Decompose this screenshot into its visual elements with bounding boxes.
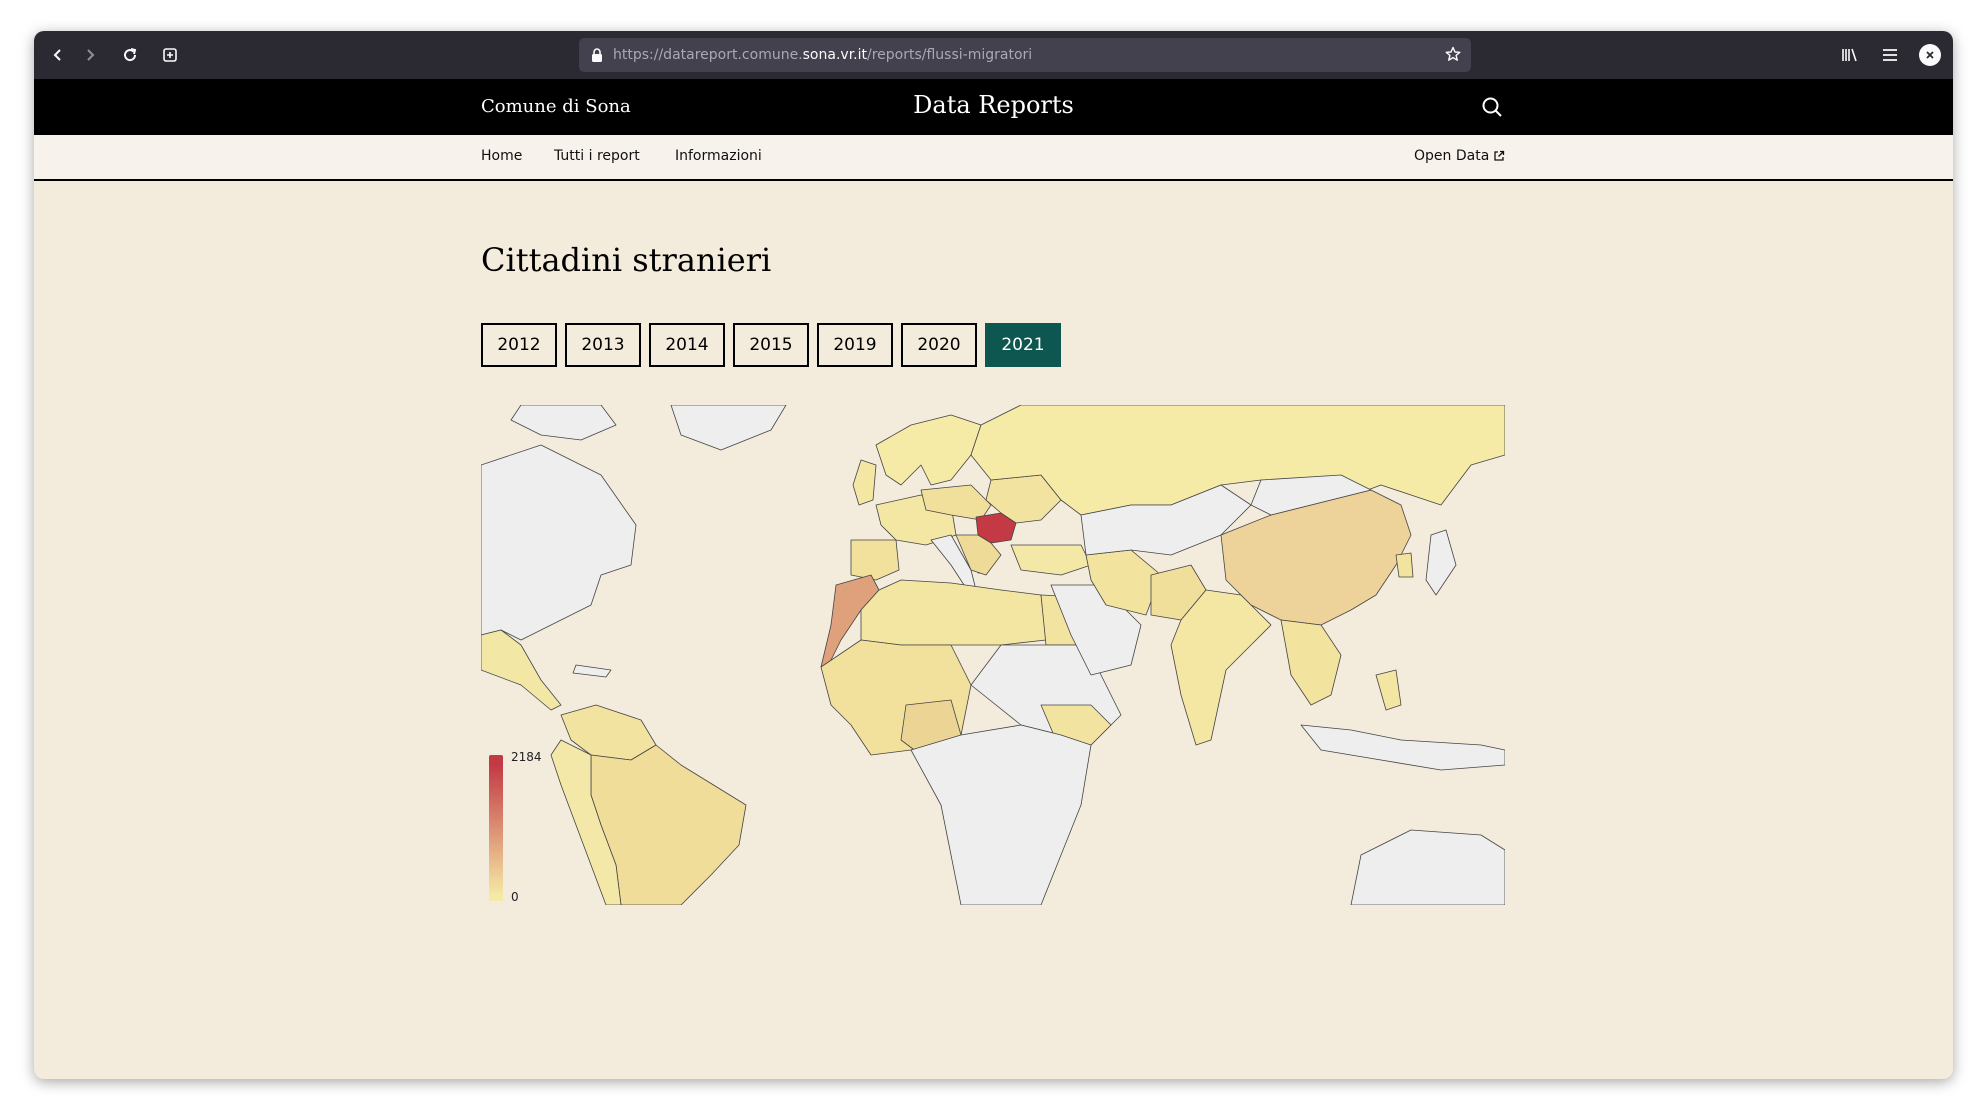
- url-path: /reports/flussi-migratori: [867, 47, 1033, 63]
- region-iberia: [850, 539, 900, 581]
- search-button[interactable]: [1478, 93, 1506, 121]
- year-button-2015[interactable]: 2015: [733, 323, 809, 367]
- address-bar[interactable]: https://datareport.comune.sona.vr.it/rep…: [579, 38, 1471, 72]
- country-australia: [1350, 829, 1505, 905]
- close-icon: [1919, 44, 1941, 66]
- region-indonesia: [1300, 724, 1505, 771]
- region-north-africa: [860, 579, 1047, 646]
- url-host: sona.vr.it: [802, 47, 867, 63]
- year-button-2019[interactable]: 2019: [817, 323, 893, 367]
- region-greenland: [670, 405, 787, 451]
- country-japan: [1425, 529, 1457, 596]
- browser-toolbar: https://datareport.comune.sona.vr.it/rep…: [34, 31, 1953, 79]
- external-link-icon: [1494, 150, 1505, 161]
- year-button-2014[interactable]: 2014: [649, 323, 725, 367]
- menu-icon[interactable]: [1878, 43, 1902, 67]
- legend-min-label: 0: [511, 890, 519, 904]
- forward-icon[interactable]: [78, 43, 102, 67]
- page-title: Cittadini stranieri: [481, 241, 772, 279]
- bookmark-star-icon[interactable]: [1445, 46, 1461, 66]
- year-button-2013[interactable]: 2013: [565, 323, 641, 367]
- region-southeast-asia: [1280, 619, 1342, 706]
- legend-max-label: 2184: [511, 750, 542, 764]
- region-north-america: [481, 444, 637, 641]
- reload-icon[interactable]: [118, 43, 142, 67]
- url-prefix: https://datareport.comune.: [613, 47, 803, 63]
- region-scandinavia: [875, 414, 982, 486]
- region-turkey: [1010, 544, 1092, 576]
- year-button-2020[interactable]: 2020: [901, 323, 977, 367]
- year-selector: 2012 2013 2014 2015 2019 2020 2021: [481, 323, 1061, 367]
- world-map-svg[interactable]: 2184 0: [481, 405, 1505, 905]
- site-header: Comune di Sona Data Reports: [34, 79, 1953, 135]
- region-caribbean: [572, 664, 612, 678]
- region-central-south-africa: [910, 724, 1092, 905]
- sub-navigation: Home Tutti i report Informazioni Open Da…: [34, 135, 1953, 181]
- nav-info-link[interactable]: Informazioni: [675, 148, 762, 164]
- back-icon[interactable]: [46, 43, 70, 67]
- color-scale-legend: 2184 0: [489, 750, 542, 904]
- site-title[interactable]: Data Reports: [34, 91, 1953, 119]
- choropleth-map[interactable]: 2184 0: [481, 405, 1505, 905]
- browser-window: https://datareport.comune.sona.vr.it/rep…: [34, 31, 1953, 1079]
- open-data-link[interactable]: Open Data: [1414, 148, 1505, 164]
- region-arctic-islands: [510, 405, 617, 441]
- region-central-america: [481, 629, 562, 711]
- new-tab-icon[interactable]: [158, 43, 182, 67]
- region-british-isles: [852, 459, 877, 506]
- search-icon: [1482, 97, 1502, 117]
- close-window-button[interactable]: [1918, 43, 1942, 67]
- year-button-2021[interactable]: 2021: [985, 323, 1061, 367]
- nav-all-reports-link[interactable]: Tutti i report: [554, 148, 640, 164]
- open-data-label: Open Data: [1414, 148, 1490, 164]
- url-text: https://datareport.comune.sona.vr.it/rep…: [613, 47, 1032, 63]
- library-icon[interactable]: [1838, 43, 1862, 67]
- country-korea: [1395, 552, 1414, 578]
- lock-icon: [591, 48, 609, 62]
- nav-home-link[interactable]: Home: [481, 148, 522, 164]
- country-philippines: [1375, 669, 1402, 711]
- year-button-2012[interactable]: 2012: [481, 323, 557, 367]
